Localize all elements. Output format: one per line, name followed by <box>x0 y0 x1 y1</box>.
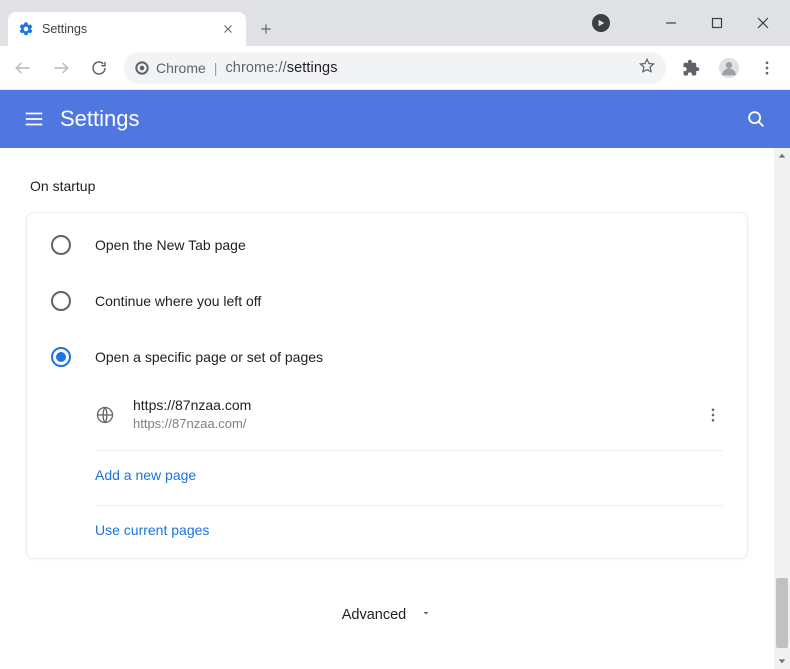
reload-button[interactable] <box>82 51 116 85</box>
use-current-pages-link[interactable]: Use current pages <box>27 506 747 554</box>
close-window-button[interactable] <box>740 7 786 39</box>
profile-button[interactable] <box>712 51 746 85</box>
close-tab-icon[interactable] <box>220 21 236 37</box>
startup-card: Open the New Tab page Continue where you… <box>26 212 748 559</box>
gear-icon <box>18 21 34 37</box>
hamburger-menu-button[interactable] <box>12 97 56 141</box>
option-label: Open a specific page or set of pages <box>95 349 323 365</box>
radio-icon <box>51 291 71 311</box>
window-titlebar: Settings <box>0 0 790 46</box>
scroll-up-icon[interactable] <box>774 148 790 164</box>
globe-icon <box>95 405 115 425</box>
maximize-button[interactable] <box>694 7 740 39</box>
scroll-down-icon[interactable] <box>774 653 790 669</box>
scroll-thumb[interactable] <box>776 578 788 648</box>
address-bar[interactable]: Chrome | chrome://settings <box>124 52 666 84</box>
settings-header: Settings <box>0 90 790 148</box>
site-info-button[interactable]: Chrome <box>134 60 206 76</box>
search-button[interactable] <box>734 97 778 141</box>
advanced-toggle[interactable]: Advanced <box>26 607 748 623</box>
add-new-page-link[interactable]: Add a new page <box>27 451 747 499</box>
browser-tab[interactable]: Settings <box>8 12 246 46</box>
new-tab-button[interactable] <box>252 15 280 43</box>
omnibox-separator: | <box>214 60 218 76</box>
extensions-button[interactable] <box>674 51 708 85</box>
option-new-tab[interactable]: Open the New Tab page <box>27 217 747 273</box>
bookmark-star-icon[interactable] <box>638 57 656 78</box>
nav-forward-button <box>44 51 78 85</box>
browser-menu-button[interactable] <box>750 51 784 85</box>
minimize-button[interactable] <box>648 7 694 39</box>
window-controls <box>648 0 786 46</box>
option-continue[interactable]: Continue where you left off <box>27 273 747 329</box>
startup-page-url: https://87nzaa.com/ <box>133 415 683 434</box>
radio-icon <box>51 235 71 255</box>
option-specific-pages[interactable]: Open a specific page or set of pages <box>27 329 747 385</box>
omnibox-url: chrome://settings <box>225 60 337 76</box>
section-heading: On startup <box>30 178 748 194</box>
startup-page-title: https://87nzaa.com <box>133 395 683 415</box>
media-control-icon[interactable] <box>592 14 610 32</box>
radio-icon <box>51 347 71 367</box>
option-label: Open the New Tab page <box>95 237 246 253</box>
nav-back-button <box>6 51 40 85</box>
site-chip-label: Chrome <box>156 60 206 76</box>
option-label: Continue where you left off <box>95 293 261 309</box>
tab-title: Settings <box>42 22 212 36</box>
page-row-menu-button[interactable] <box>701 403 725 427</box>
settings-content: On startup Open the New Tab page Continu… <box>0 148 774 669</box>
page-title: Settings <box>60 106 734 132</box>
advanced-label: Advanced <box>342 607 407 623</box>
startup-page-row: https://87nzaa.com https://87nzaa.com/ <box>27 385 747 444</box>
browser-toolbar: Chrome | chrome://settings <box>0 46 790 90</box>
chevron-down-icon <box>420 607 432 623</box>
scrollbar[interactable] <box>774 148 790 669</box>
